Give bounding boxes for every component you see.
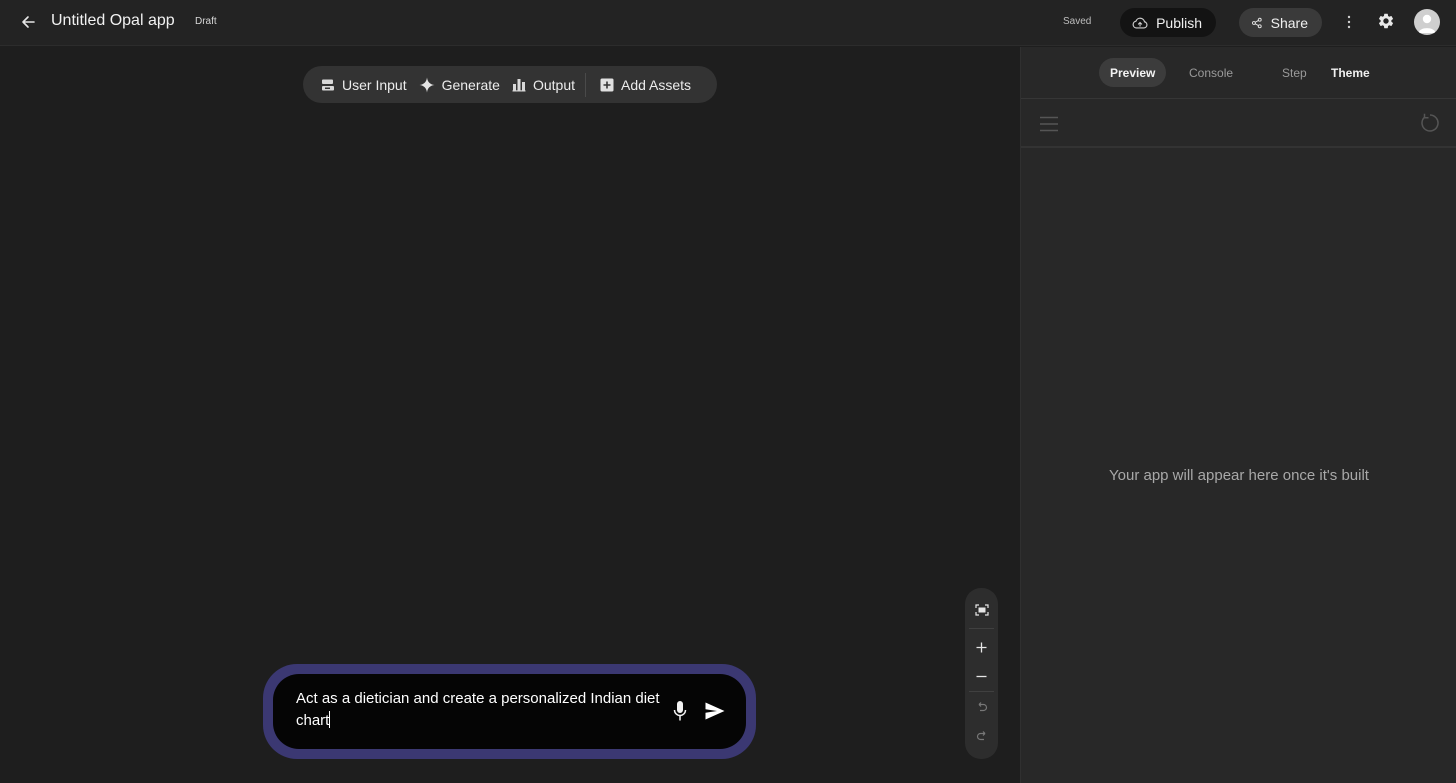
empty-preview-message: Your app will appear here once it's buil… (1109, 467, 1369, 484)
settings-button[interactable] (1375, 10, 1397, 32)
avatar[interactable] (1414, 9, 1440, 35)
refresh-button[interactable] (1419, 112, 1441, 134)
user-avatar-icon (1418, 14, 1436, 33)
fit-view-button[interactable] (965, 597, 998, 623)
fit-view-icon (974, 604, 989, 616)
add-assets-button[interactable]: Add Assets (600, 66, 699, 103)
user-input-icon (322, 79, 334, 90)
back-button[interactable] (14, 9, 42, 35)
arrow-back-icon (22, 16, 35, 28)
publish-button[interactable]: Publish (1120, 8, 1216, 37)
output-label: Output (532, 76, 575, 93)
share-button[interactable]: Share (1239, 8, 1322, 37)
send-button[interactable] (703, 698, 727, 724)
zoom-out-icon (976, 675, 987, 677)
refresh-icon (1421, 113, 1439, 132)
preview-toolbar (1021, 100, 1456, 148)
draft-badge: Draft (195, 16, 217, 27)
saved-status: Saved (1063, 16, 1092, 27)
publish-label: Publish (1156, 14, 1202, 31)
redo-icon (976, 730, 985, 740)
app-title[interactable]: Untitled Opal app (51, 12, 175, 30)
tab-preview[interactable]: Preview (1099, 58, 1167, 87)
prompt-input-container[interactable]: Act as a dietician and create a personal… (273, 674, 746, 749)
zoom-in-icon (976, 642, 987, 652)
user-input-button[interactable]: User Input (321, 66, 415, 103)
tab-step[interactable]: Step (1271, 58, 1318, 87)
hamburger-menu-icon (1040, 116, 1058, 132)
undo-icon (978, 701, 987, 711)
output-icon (512, 78, 526, 91)
tab-console[interactable]: Console (1178, 58, 1244, 87)
text-caret (329, 711, 331, 728)
more-vert-icon (1347, 15, 1351, 29)
workflow-canvas[interactable]: User Input Generate Output Add Assets Ac… (0, 47, 1020, 783)
prompt-input[interactable]: Act as a dietician and create a personal… (296, 688, 666, 732)
send-icon (705, 702, 725, 720)
tab-theme[interactable]: Theme (1320, 58, 1381, 87)
more-options-button[interactable] (1338, 11, 1360, 33)
cloud-upload-icon (1132, 17, 1148, 28)
zoom-controls (965, 588, 998, 759)
gear-icon (1378, 13, 1394, 29)
zoom-in-button[interactable] (965, 634, 998, 660)
top-bar: Untitled Opal app Draft Saved Publish Sh… (0, 0, 1456, 46)
generate-button[interactable]: Generate (419, 66, 508, 103)
zoom-separator (969, 628, 994, 629)
add-box-icon (600, 78, 614, 91)
sparkle-icon (419, 77, 435, 92)
toolbar-divider (585, 72, 586, 97)
user-input-label: User Input (342, 76, 407, 93)
node-toolbar: User Input Generate Output Add Assets (303, 66, 717, 103)
microphone-icon (673, 701, 687, 721)
share-label: Share (1270, 14, 1308, 31)
zoom-separator (969, 691, 994, 692)
zoom-out-button[interactable] (965, 663, 998, 689)
redo-button[interactable] (965, 722, 998, 748)
prompt-text: Act as a dietician and create a personal… (296, 690, 660, 729)
share-icon (1251, 17, 1262, 28)
panel-tabs: Preview Console Step Theme (1021, 47, 1456, 99)
output-button[interactable]: Output (512, 66, 583, 103)
undo-button[interactable] (965, 693, 998, 719)
preview-menu-button[interactable] (1039, 115, 1059, 133)
add-assets-label: Add Assets (621, 76, 692, 93)
microphone-button[interactable] (669, 698, 691, 724)
prompt-box: Act as a dietician and create a personal… (263, 664, 756, 759)
generate-label: Generate (441, 76, 500, 93)
preview-panel: Preview Console Step Theme Your app will… (1020, 47, 1456, 783)
